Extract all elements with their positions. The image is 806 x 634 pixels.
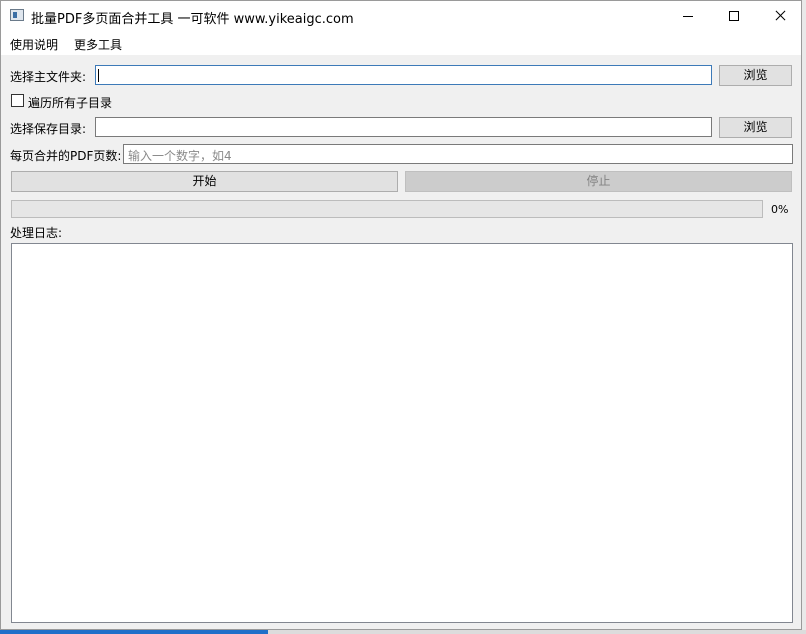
stop-button: 停止 (405, 171, 792, 192)
log-textarea[interactable] (11, 243, 793, 623)
maximize-button[interactable] (711, 1, 757, 31)
browse-save-dir-button[interactable]: 浏览 (719, 117, 792, 138)
main-folder-label: 选择主文件夹: (10, 70, 87, 84)
start-button[interactable]: 开始 (11, 171, 398, 192)
browse-main-folder-button[interactable]: 浏览 (719, 65, 792, 86)
menu-item-help[interactable]: 使用说明 (10, 36, 58, 53)
app-icon (10, 9, 24, 21)
taskbar-strip (0, 630, 806, 634)
window-title: 批量PDF多页面合并工具 一可软件 www.yikeaigc.com (31, 12, 354, 27)
menu-bar: 使用说明 更多工具 (1, 31, 801, 55)
title-bar[interactable]: 批量PDF多页面合并工具 一可软件 www.yikeaigc.com (1, 1, 801, 31)
pages-per-sheet-placeholder: 输入一个数字，如4 (128, 149, 232, 163)
log-label: 处理日志: (10, 226, 63, 240)
save-dir-label: 选择保存目录: (10, 122, 87, 136)
main-window: 批量PDF多页面合并工具 一可软件 www.yikeaigc.com 使用说明 … (0, 0, 802, 630)
menu-item-more-tools[interactable]: 更多工具 (74, 36, 122, 53)
minimize-button[interactable] (665, 1, 711, 31)
pages-per-sheet-label: 每页合并的PDF页数: (10, 149, 122, 163)
close-button[interactable] (757, 1, 803, 31)
main-folder-input[interactable] (95, 65, 712, 85)
progress-percent: 0% (771, 203, 789, 216)
text-caret (98, 69, 99, 82)
pages-per-sheet-input[interactable]: 输入一个数字，如4 (123, 144, 793, 164)
traverse-subdirs-checkbox[interactable] (11, 94, 24, 107)
traverse-subdirs-label[interactable]: 遍历所有子目录 (28, 94, 112, 111)
save-dir-input[interactable] (95, 117, 712, 137)
progress-bar (11, 200, 763, 218)
